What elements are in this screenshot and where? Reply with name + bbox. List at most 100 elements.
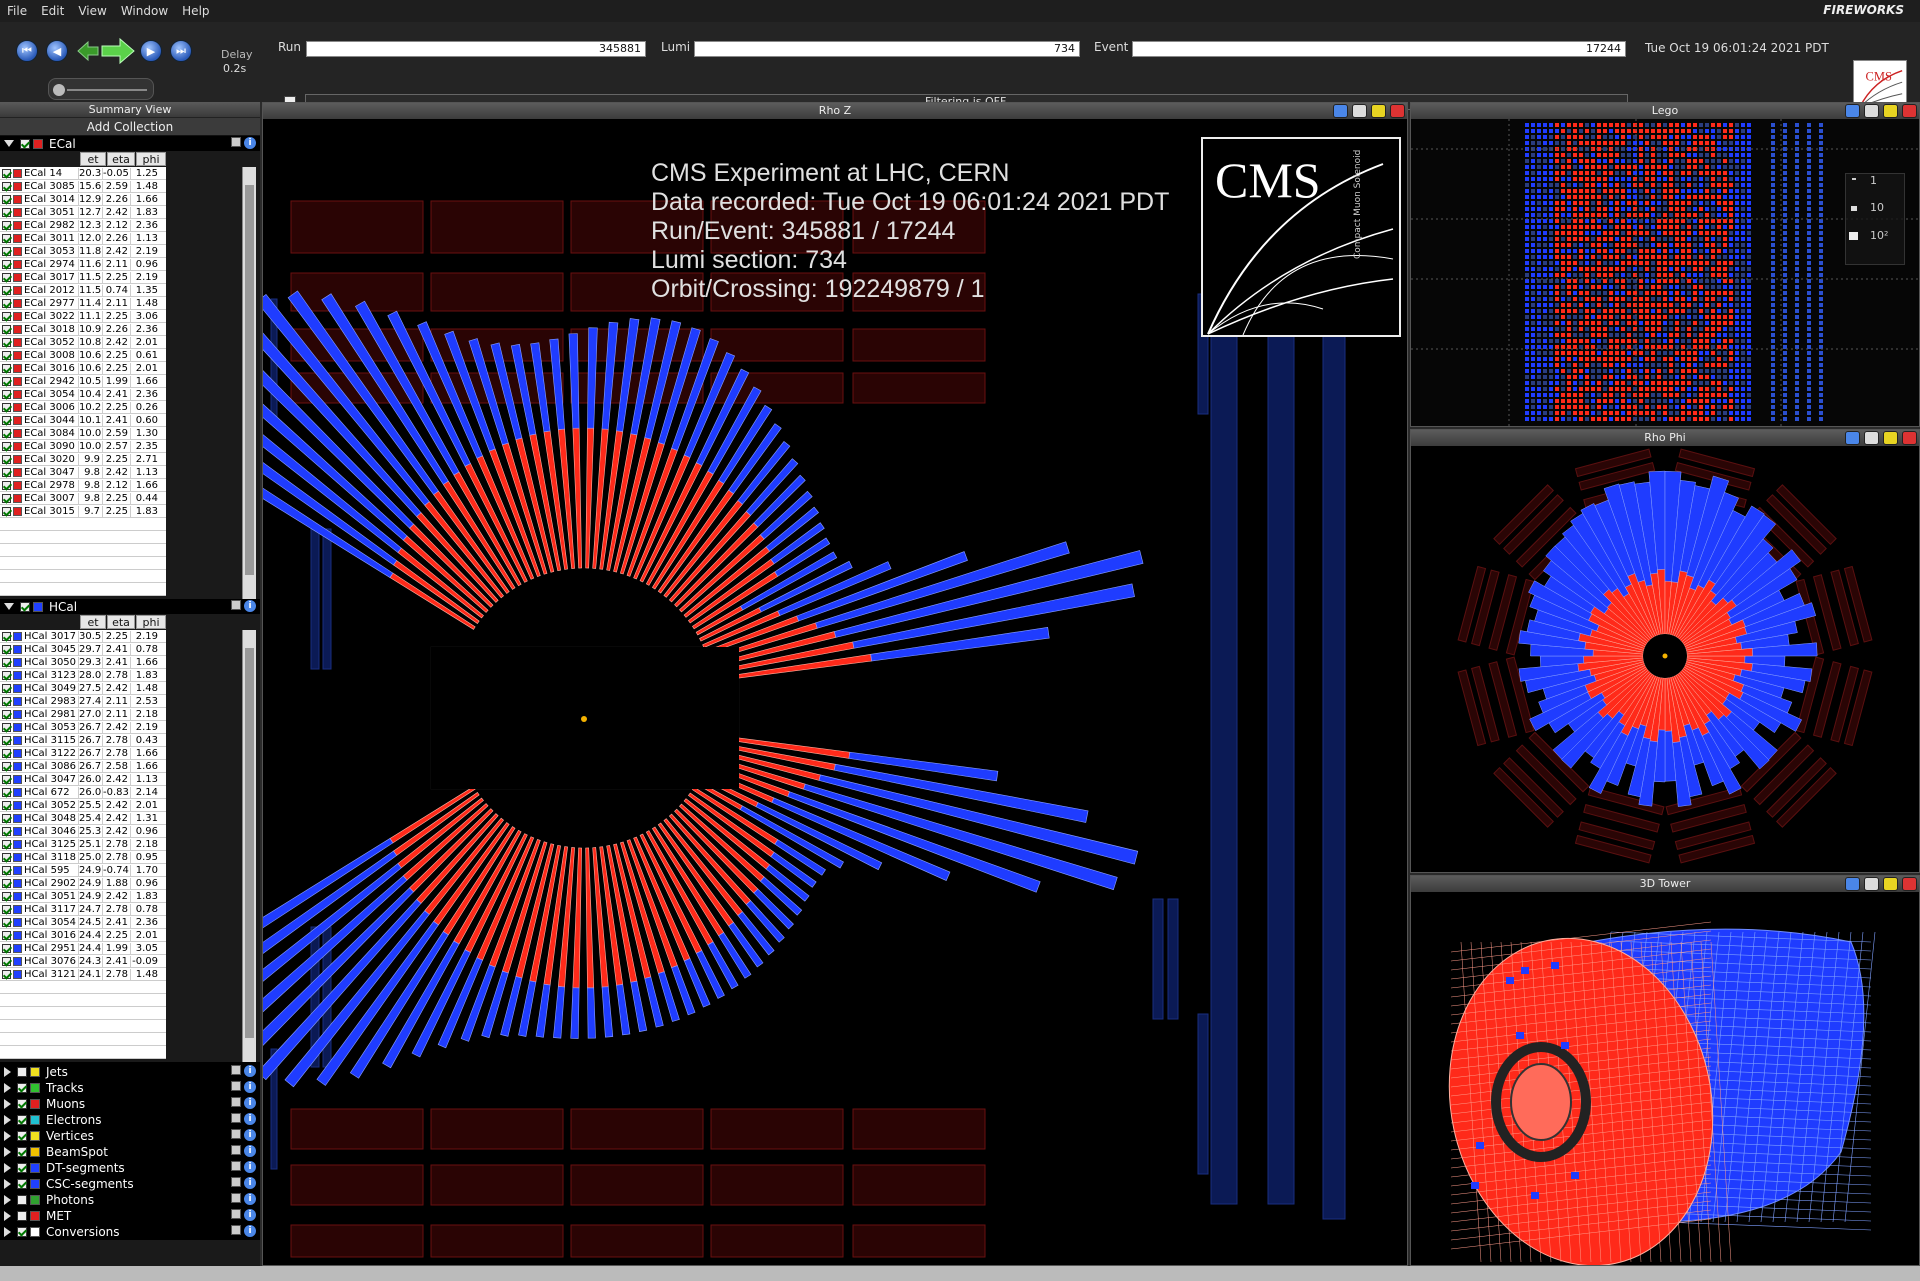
expand-icon[interactable] <box>4 1163 11 1173</box>
table-row[interactable]: HCal 2902 24.9 1.88 0.96 <box>0 877 166 890</box>
collection-item[interactable]: Photons i <box>0 1192 260 1208</box>
row-checkbox[interactable] <box>2 787 11 797</box>
row-color-swatch[interactable] <box>13 285 22 295</box>
run-field[interactable]: 345881 <box>306 41 646 57</box>
row-checkbox[interactable] <box>2 259 11 269</box>
row-checkbox[interactable] <box>2 631 11 641</box>
hcal-visible-checkbox[interactable] <box>20 601 30 612</box>
row-checkbox[interactable] <box>2 943 11 953</box>
row-checkbox[interactable] <box>2 233 11 243</box>
row-checkbox[interactable] <box>2 324 11 334</box>
filter-icon[interactable] <box>231 1081 241 1091</box>
undock-button[interactable] <box>1864 104 1879 118</box>
row-checkbox[interactable] <box>2 207 11 217</box>
table-row[interactable]: ECal 3018 10.9 2.26 2.36 <box>0 323 166 336</box>
row-checkbox[interactable] <box>2 480 11 490</box>
row-color-swatch[interactable] <box>13 194 22 204</box>
expand-icon[interactable] <box>4 1115 11 1125</box>
collection-item[interactable]: BeamSpot i <box>0 1144 260 1160</box>
close-button[interactable] <box>1902 431 1917 445</box>
slider-knob[interactable] <box>53 84 65 96</box>
row-checkbox[interactable] <box>2 467 11 477</box>
row-checkbox[interactable] <box>2 220 11 230</box>
row-color-swatch[interactable] <box>13 220 22 230</box>
collection-checkbox[interactable] <box>17 1227 27 1237</box>
table-row[interactable]: ECal 3006 10.2 2.25 0.26 <box>0 401 166 414</box>
row-checkbox[interactable] <box>2 644 11 654</box>
add-collection-button[interactable]: Add Collection <box>0 118 260 136</box>
table-row[interactable]: ECal 14 20.3 -0.05 1.25 <box>0 167 166 180</box>
row-color-swatch[interactable] <box>13 506 22 516</box>
filter-icon[interactable] <box>231 1161 241 1171</box>
row-color-swatch[interactable] <box>13 181 22 191</box>
table-row[interactable]: HCal 3122 26.7 2.78 1.66 <box>0 747 166 760</box>
collection-item[interactable]: Vertices i <box>0 1128 260 1144</box>
table-row[interactable]: HCal 3049 27.5 2.42 1.48 <box>0 682 166 695</box>
row-color-swatch[interactable] <box>13 207 22 217</box>
expand-icon[interactable] <box>4 1067 11 1077</box>
info-icon[interactable]: i <box>244 1193 256 1205</box>
row-checkbox[interactable] <box>2 774 11 784</box>
row-checkbox[interactable] <box>2 891 11 901</box>
filter-icon[interactable] <box>231 1097 241 1107</box>
row-checkbox[interactable] <box>2 865 11 875</box>
row-checkbox[interactable] <box>2 722 11 732</box>
row-color-swatch[interactable] <box>13 930 22 940</box>
table-row[interactable]: ECal 3090 10.0 2.57 2.35 <box>0 440 166 453</box>
undock-button[interactable] <box>1352 104 1367 118</box>
row-color-swatch[interactable] <box>13 709 22 719</box>
expand-icon[interactable] <box>4 1179 11 1189</box>
table-row[interactable]: ECal 3007 9.8 2.25 0.44 <box>0 492 166 505</box>
row-color-swatch[interactable] <box>13 168 22 178</box>
menu-file[interactable]: File <box>0 4 34 18</box>
collection-color-swatch[interactable] <box>30 1083 40 1093</box>
row-color-swatch[interactable] <box>13 428 22 438</box>
collection-checkbox[interactable] <box>17 1131 27 1141</box>
row-checkbox[interactable] <box>2 683 11 693</box>
info-icon[interactable]: i <box>244 1081 256 1093</box>
table-row[interactable]: HCal 2983 27.4 2.11 2.53 <box>0 695 166 708</box>
row-checkbox[interactable] <box>2 402 11 412</box>
table-row[interactable]: HCal 3121 24.1 2.78 1.48 <box>0 968 166 981</box>
lego-view[interactable]: Lego 1 10 10² <box>1410 102 1920 427</box>
table-row[interactable]: ECal 2942 10.5 1.99 1.66 <box>0 375 166 388</box>
table-row[interactable]: HCal 3051 24.9 2.42 1.83 <box>0 890 166 903</box>
table-row[interactable]: ECal 3085 15.6 2.59 1.48 <box>0 180 166 193</box>
table-row[interactable]: HCal 3123 28.0 2.78 1.83 <box>0 669 166 682</box>
filter-icon[interactable] <box>231 1065 241 1075</box>
collection-item[interactable]: Muons i <box>0 1096 260 1112</box>
info-icon[interactable]: i <box>244 1065 256 1077</box>
col-eta[interactable]: eta <box>107 615 135 629</box>
row-color-swatch[interactable] <box>13 956 22 966</box>
row-color-swatch[interactable] <box>13 272 22 282</box>
lumi-field[interactable]: 734 <box>694 41 1080 57</box>
table-row[interactable]: HCal 3046 25.3 2.42 0.96 <box>0 825 166 838</box>
row-color-swatch[interactable] <box>13 917 22 927</box>
info-icon[interactable]: i <box>244 1161 256 1173</box>
collection-color-swatch[interactable] <box>30 1163 40 1173</box>
collection-color-swatch[interactable] <box>30 1179 40 1189</box>
maximize-button[interactable] <box>1883 431 1898 445</box>
rhoz-view[interactable]: Rho Z CMS Experiment at LHC, CERN Data r… <box>262 102 1408 1266</box>
filter-icon[interactable] <box>231 1193 241 1203</box>
row-checkbox[interactable] <box>2 826 11 836</box>
table-row[interactable]: HCal 3053 26.7 2.42 2.19 <box>0 721 166 734</box>
row-color-swatch[interactable] <box>13 969 22 979</box>
table-row[interactable]: HCal 3117 24.7 2.78 0.78 <box>0 903 166 916</box>
play-arrows-icon[interactable] <box>76 36 136 66</box>
row-color-swatch[interactable] <box>13 493 22 503</box>
collection-item[interactable]: Electrons i <box>0 1112 260 1128</box>
table-row[interactable]: ECal 3015 9.7 2.25 1.83 <box>0 505 166 518</box>
info-icon[interactable]: i <box>244 1113 256 1125</box>
info-icon[interactable]: i <box>244 1225 256 1237</box>
row-checkbox[interactable] <box>2 735 11 745</box>
col-phi[interactable]: phi <box>136 615 166 629</box>
close-button[interactable] <box>1902 104 1917 118</box>
row-checkbox[interactable] <box>2 415 11 425</box>
expand-icon[interactable] <box>4 1195 11 1205</box>
row-color-swatch[interactable] <box>13 298 22 308</box>
rhophi-canvas[interactable] <box>1411 446 1919 872</box>
table-row[interactable]: HCal 3045 29.7 2.41 0.78 <box>0 643 166 656</box>
filter-icon[interactable] <box>231 1225 241 1235</box>
row-checkbox[interactable] <box>2 363 11 373</box>
